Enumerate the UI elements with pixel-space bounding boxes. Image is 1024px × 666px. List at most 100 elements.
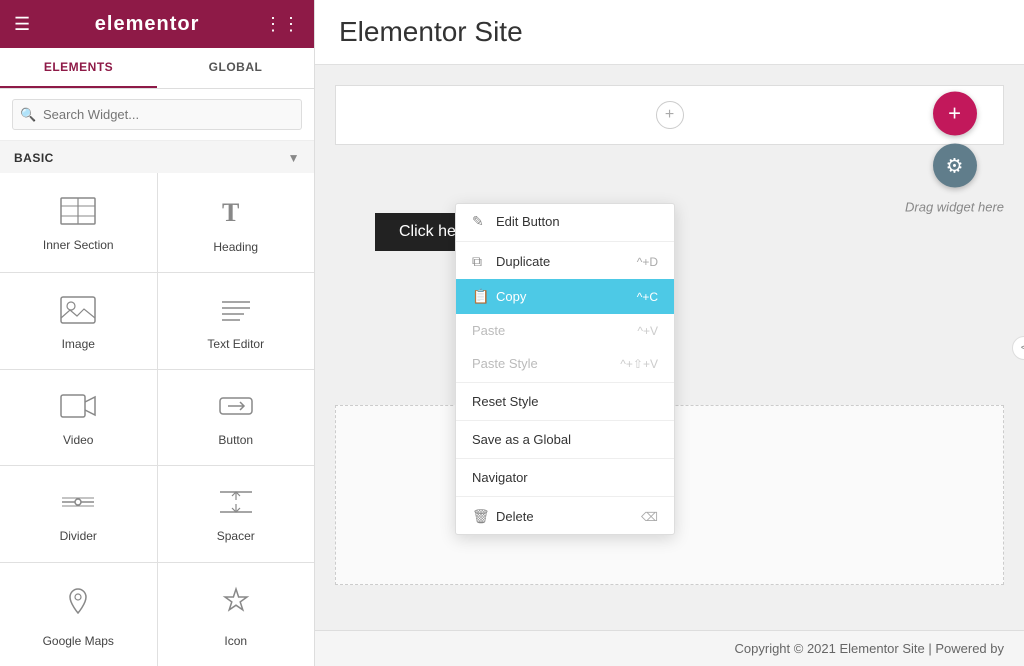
video-icon <box>60 392 96 425</box>
widget-image-label: Image <box>62 337 95 351</box>
sidebar: ☰ elementor ⋮⋮ ELEMENTS GLOBAL 🔍 BASIC ▼ <box>0 0 315 666</box>
duplicate-icon: ⧉ <box>472 253 488 270</box>
delete-shortcut: ⌫ <box>641 510 658 524</box>
edit-menu-left: ✎ Edit Button <box>472 213 560 230</box>
paste-style-label: Paste Style <box>472 356 538 371</box>
divider-1 <box>456 241 674 242</box>
widget-heading[interactable]: T Heading <box>158 173 315 272</box>
grid-icon[interactable]: ⋮⋮ <box>264 14 300 35</box>
widget-icon[interactable]: Icon <box>158 563 315 666</box>
context-menu-paste[interactable]: Paste ^+V <box>456 314 674 347</box>
heading-icon: T <box>218 195 254 232</box>
text-editor-icon <box>218 296 254 329</box>
collapse-handle[interactable]: < <box>1012 336 1024 360</box>
widget-divider[interactable]: Divider <box>0 466 157 561</box>
hamburger-icon[interactable]: ☰ <box>14 14 30 35</box>
paste-style-shortcut: ^+⇧+V <box>620 357 658 371</box>
widget-google-maps[interactable]: Google Maps <box>0 563 157 666</box>
divider-5 <box>456 496 674 497</box>
footer: Copyright © 2021 Elementor Site | Powere… <box>315 630 1024 666</box>
spacer-icon <box>218 488 254 521</box>
del-menu-left: 🗑 Delete <box>472 508 534 525</box>
context-menu-save-global[interactable]: Save as a Global <box>456 423 674 456</box>
button-icon <box>218 392 254 425</box>
svg-text:T: T <box>222 198 239 227</box>
reset-menu-left: Reset Style <box>472 394 538 409</box>
widget-spacer-label: Spacer <box>217 529 255 543</box>
canvas-section-top: + <box>335 85 1004 145</box>
widget-text-editor-label: Text Editor <box>207 337 264 351</box>
widget-video[interactable]: Video <box>0 370 157 465</box>
paste-menu-left: Paste <box>472 323 505 338</box>
plus-icon: + <box>665 106 674 124</box>
tab-elements[interactable]: ELEMENTS <box>0 48 157 88</box>
page-title: Elementor Site <box>339 16 523 47</box>
reset-label: Reset Style <box>472 394 538 409</box>
widget-google-maps-label: Google Maps <box>43 634 114 648</box>
paste-shortcut: ^+V <box>637 324 658 338</box>
add-section-button[interactable]: + <box>656 101 684 129</box>
drag-settings-button[interactable]: ⚙ <box>933 144 977 188</box>
drag-settings-icon: ⚙ <box>946 153 964 178</box>
widget-button-label: Button <box>218 433 253 447</box>
google-maps-icon <box>60 585 96 626</box>
sidebar-logo: elementor <box>95 13 200 36</box>
edit-label: Edit Button <box>496 214 560 229</box>
search-wrapper: 🔍 <box>12 99 302 130</box>
context-menu-reset-style[interactable]: Reset Style <box>456 385 674 418</box>
context-menu-copy[interactable]: 📋 Copy ^+C <box>456 279 674 314</box>
context-menu-duplicate[interactable]: ⧉ Duplicate ^+D <box>456 244 674 279</box>
dup-shortcut: ^+D <box>637 255 658 269</box>
widget-image[interactable]: Image <box>0 273 157 368</box>
drag-widget-text: Drag widget here <box>905 200 1004 215</box>
search-container: 🔍 <box>0 89 314 141</box>
nav-menu-left: Navigator <box>472 470 528 485</box>
copy-shortcut: ^+C <box>637 290 658 304</box>
sidebar-header: ☰ elementor ⋮⋮ <box>0 0 314 48</box>
widget-text-editor[interactable]: Text Editor <box>158 273 315 368</box>
divider-2 <box>456 382 674 383</box>
context-menu-edit[interactable]: ✎ Edit Button <box>456 204 674 239</box>
search-input[interactable] <box>12 99 302 130</box>
copy-icon: 📋 <box>472 288 488 305</box>
divider-4 <box>456 458 674 459</box>
sidebar-tabs: ELEMENTS GLOBAL <box>0 48 314 89</box>
main-header: Elementor Site <box>315 0 1024 65</box>
divider-3 <box>456 420 674 421</box>
main-area: Elementor Site + Click here ✎ Edit Butto… <box>315 0 1024 666</box>
dup-label: Duplicate <box>496 254 550 269</box>
paste-style-menu-left: Paste Style <box>472 356 538 371</box>
image-icon <box>60 296 96 329</box>
save-global-label: Save as a Global <box>472 432 571 447</box>
widget-inner-section-label: Inner Section <box>43 238 114 252</box>
widget-inner-section[interactable]: Inner Section <box>0 173 157 272</box>
context-menu-navigator[interactable]: Navigator <box>456 461 674 494</box>
dup-menu-left: ⧉ Duplicate <box>472 253 550 270</box>
context-menu-delete[interactable]: 🗑 Delete ⌫ <box>456 499 674 534</box>
edit-icon: ✎ <box>472 213 488 230</box>
widget-icon-label: Icon <box>224 634 247 648</box>
tab-global[interactable]: GLOBAL <box>157 48 314 88</box>
widget-video-label: Video <box>63 433 93 447</box>
context-menu: ✎ Edit Button ⧉ Duplicate ^+D 📋 <box>455 203 675 535</box>
widget-spacer[interactable]: Spacer <box>158 466 315 561</box>
widgets-grid: Inner Section T Heading Image <box>0 173 314 666</box>
inner-section-icon <box>60 197 96 230</box>
drag-plus-icon: + <box>948 101 961 127</box>
delete-icon: 🗑 <box>472 508 488 525</box>
drag-add-button[interactable]: + <box>933 92 977 136</box>
drag-widget-area: + ⚙ Drag widget here <box>905 92 1004 215</box>
search-icon: 🔍 <box>20 107 36 123</box>
copy-label: Copy <box>496 289 526 304</box>
widget-button[interactable]: Button <box>158 370 315 465</box>
icon-icon <box>218 585 254 626</box>
chevron-down-icon[interactable]: ▼ <box>288 151 300 165</box>
widget-heading-label: Heading <box>213 240 258 254</box>
widget-divider-label: Divider <box>60 529 97 543</box>
navigator-label: Navigator <box>472 470 528 485</box>
section-basic-label: BASIC ▼ <box>0 141 314 173</box>
canvas-area: + Click here ✎ Edit Button <box>315 65 1024 630</box>
footer-text: Copyright © 2021 Elementor Site | Powere… <box>735 641 1004 656</box>
copy-menu-left: 📋 Copy <box>472 288 526 305</box>
context-menu-paste-style[interactable]: Paste Style ^+⇧+V <box>456 347 674 380</box>
